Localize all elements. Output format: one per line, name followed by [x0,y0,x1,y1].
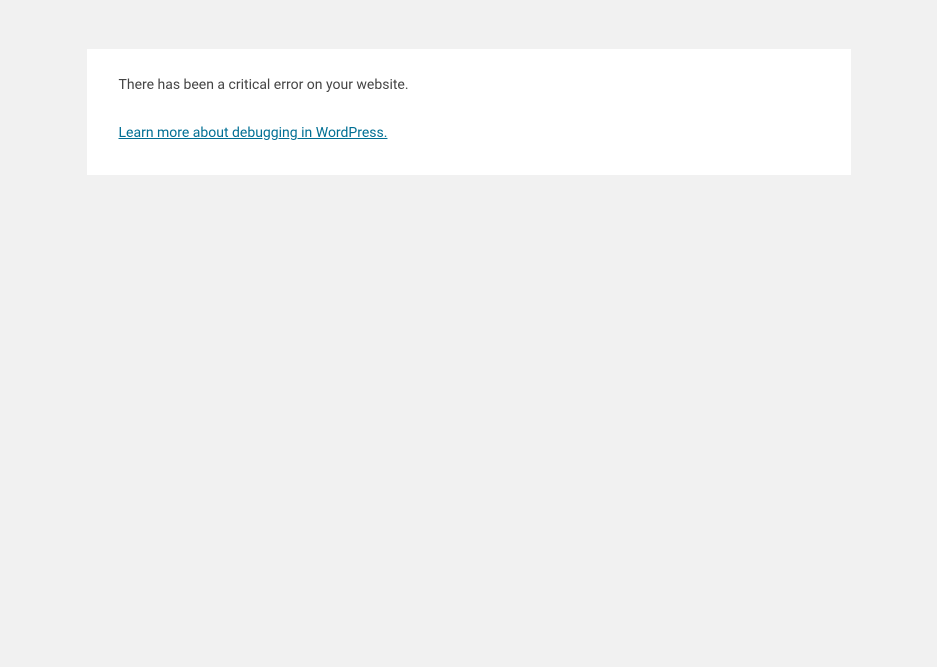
error-container: There has been a critical error on your … [87,49,851,175]
debug-link[interactable]: Learn more about debugging in WordPress. [119,125,388,141]
error-message: There has been a critical error on your … [119,75,819,96]
